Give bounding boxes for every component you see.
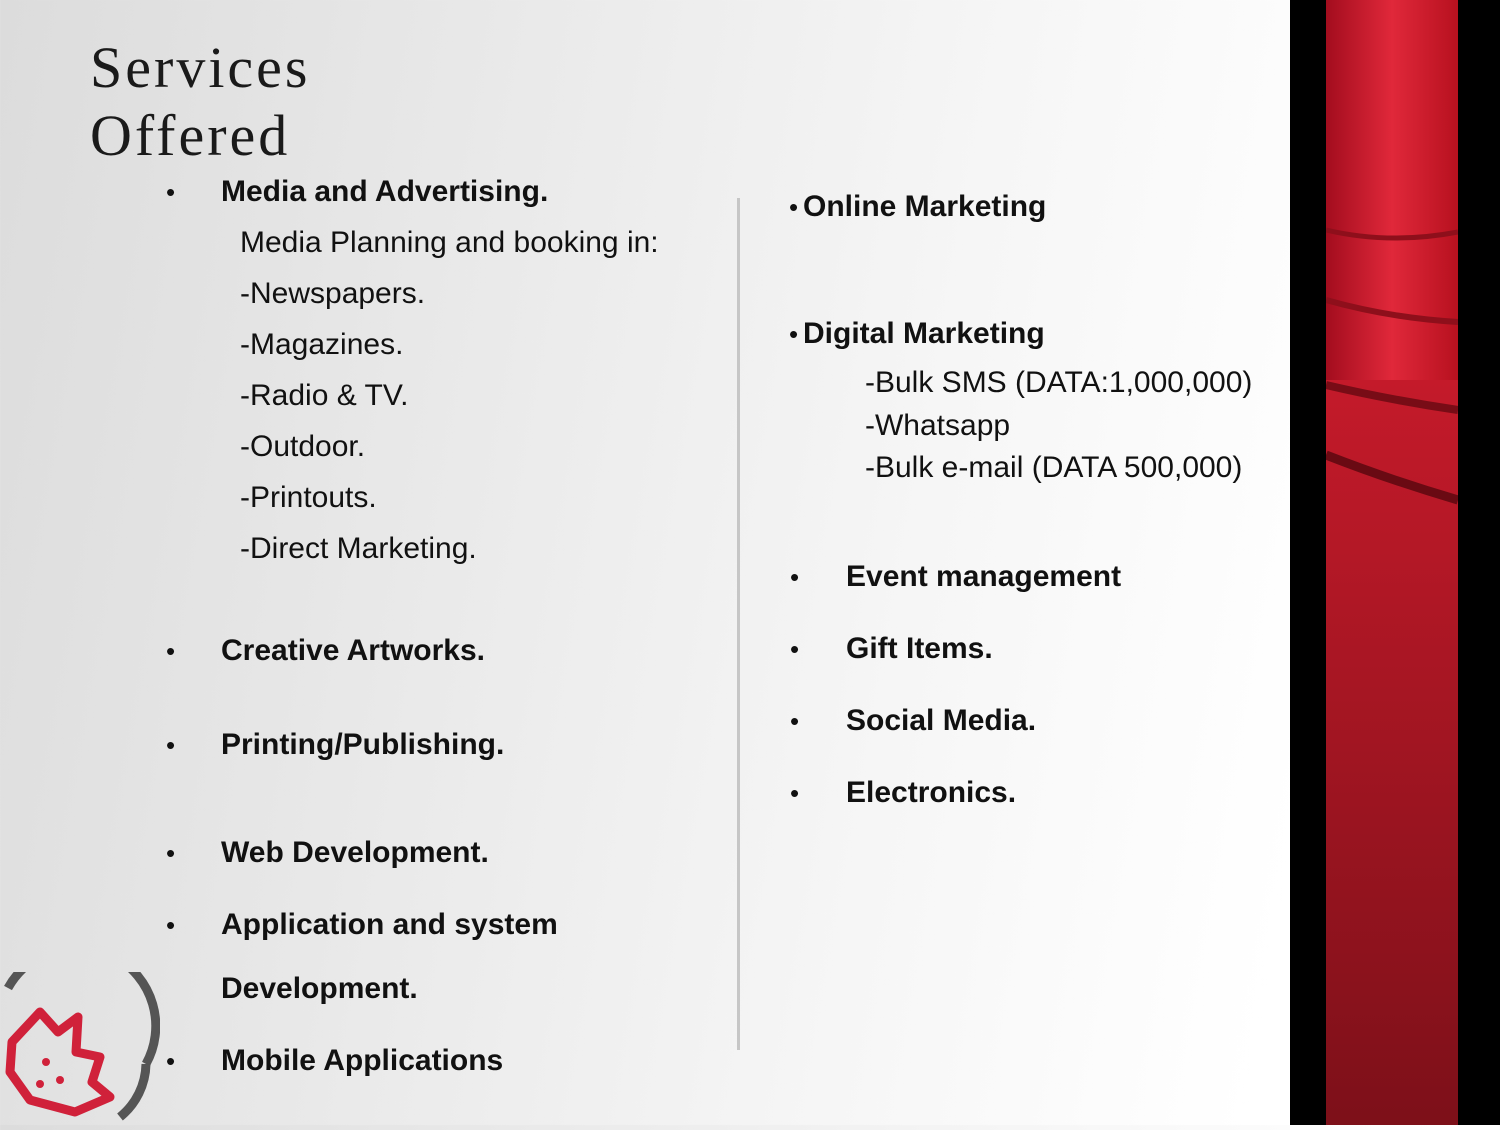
gift-item: Gift Items.	[846, 632, 993, 665]
decorative-sidebar	[1290, 0, 1500, 1125]
media-item: -Direct Marketing.	[240, 532, 477, 565]
event-item: Event management	[846, 560, 1122, 593]
media-item: -Magazines.	[240, 328, 404, 361]
digital-item: -Bulk SMS (DATA:1,000,000)	[865, 366, 1253, 399]
bullet-icon: •	[166, 838, 176, 868]
bullet-icon: •	[790, 634, 800, 664]
bullet-icon: •	[789, 192, 799, 222]
company-logo-icon	[4, 972, 160, 1121]
online-marketing-item: Online Marketing	[803, 190, 1047, 223]
media-item: -Printouts.	[240, 481, 377, 514]
title-line-1: Services	[90, 35, 311, 100]
sidebar-ribbon-graphic	[1290, 0, 1500, 1125]
media-item: -Outdoor.	[240, 430, 366, 463]
digital-item: -Whatsapp	[865, 409, 1011, 442]
web-item: Web Development.	[221, 836, 489, 869]
media-intro: Media Planning and booking in:	[240, 226, 659, 259]
electronics-item: Electronics.	[846, 776, 1017, 809]
media-item: -Newspapers.	[240, 277, 426, 310]
digital-marketing-heading: Digital Marketing	[803, 317, 1045, 350]
bullet-icon: •	[166, 636, 176, 666]
social-item: Social Media.	[846, 704, 1037, 737]
bullet-icon: •	[166, 730, 176, 760]
media-heading: Media and Advertising.	[221, 175, 549, 208]
bullet-icon: •	[790, 778, 800, 808]
media-item: -Radio & TV.	[240, 379, 409, 412]
title-line-2: Offered	[90, 103, 291, 168]
printing-item: Printing/Publishing.	[221, 728, 505, 761]
creative-item: Creative Artworks.	[221, 634, 485, 667]
bullet-icon: •	[790, 706, 800, 736]
digital-item: -Bulk e-mail (DATA 500,000)	[865, 451, 1243, 484]
bullet-icon: •	[166, 177, 176, 207]
bullet-icon: •	[790, 562, 800, 592]
mobile-item: Mobile Applications	[221, 1044, 504, 1077]
slide-title: Services Offered	[90, 34, 311, 170]
app-item-line1: Application and system	[221, 908, 558, 941]
column-divider	[737, 198, 740, 1050]
bullet-icon: •	[166, 1046, 176, 1076]
bullet-icon: •	[166, 910, 176, 940]
bullet-icon: •	[789, 319, 799, 349]
app-item-line2: Development.	[221, 972, 418, 1005]
slide: Services Offered • Media and Advertising…	[0, 0, 1500, 1125]
